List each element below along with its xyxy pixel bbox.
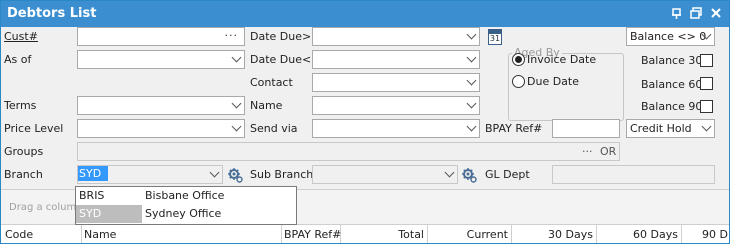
branch-label: Branch: [4, 168, 43, 181]
chevron-down-icon[interactable]: [231, 52, 242, 63]
bpay-ref-field[interactable]: [552, 119, 620, 138]
branch-dropdown-list[interactable]: BRIS Bisbane Office SYD Sydney Office: [75, 186, 297, 225]
sub-branch-field[interactable]: [312, 165, 458, 184]
date-due-from-label: Date Due>: [250, 30, 312, 43]
column-header-bpay-ref[interactable]: BPAY Ref#: [282, 225, 341, 243]
chevron-down-icon[interactable]: [466, 29, 477, 40]
dropdown-item-code: BRIS: [79, 189, 105, 202]
chevron-down-icon[interactable]: [444, 167, 455, 178]
window-title: Debtors List: [7, 6, 97, 21]
as-of-label: As of: [4, 53, 32, 66]
dropdown-item-name: Bisbane Office: [145, 189, 225, 202]
chevron-down-icon[interactable]: [209, 167, 220, 178]
chevron-down-icon[interactable]: [466, 75, 477, 86]
price-level-label: Price Level: [4, 122, 64, 135]
gl-dept-field[interactable]: [552, 165, 715, 184]
balance-filter-value: Balance <> 0: [630, 30, 707, 43]
chevron-down-icon[interactable]: [466, 52, 477, 63]
chevron-down-icon[interactable]: [231, 98, 242, 109]
credit-hold-select[interactable]: Credit Hold: [626, 119, 715, 138]
group-by-hint: Drag a column: [9, 202, 83, 213]
balance-60-label: Balance 60: [641, 78, 703, 91]
balance-filter-select[interactable]: Balance <> 0: [626, 27, 715, 46]
invoice-date-label[interactable]: Invoice Date: [527, 53, 596, 66]
groups-or-label: OR: [600, 145, 617, 158]
dropdown-item-name: Sydney Office: [145, 207, 222, 220]
cust-label: Cust#: [4, 30, 38, 43]
sub-branch-label: Sub Branch: [250, 168, 314, 181]
send-via-field[interactable]: [312, 119, 480, 138]
cust-field[interactable]: ···: [77, 27, 245, 46]
balance-30-label: Balance 30: [641, 54, 703, 67]
column-header-total[interactable]: Total: [341, 225, 428, 243]
dropdown-item-syd[interactable]: SYD Sydney Office: [76, 205, 296, 223]
sub-branch-settings-gear-icon[interactable]: [461, 167, 477, 183]
send-via-label: Send via: [250, 122, 298, 135]
debtors-list-window: Debtors List Cust# As of Terms Price Lev…: [0, 0, 730, 244]
terms-label: Terms: [4, 99, 37, 112]
column-header-60-days[interactable]: 60 Days: [597, 225, 682, 243]
chevron-down-icon[interactable]: [701, 121, 712, 132]
balance-30-checkbox[interactable]: [700, 54, 713, 67]
branch-settings-gear-icon[interactable]: [227, 167, 243, 183]
close-icon[interactable]: [708, 6, 724, 22]
due-date-radio[interactable]: [512, 75, 525, 88]
column-header-name[interactable]: Name: [82, 225, 282, 243]
pin-icon[interactable]: [669, 6, 685, 22]
filter-panel: Cust# As of Terms Price Level Groups Bra…: [1, 27, 729, 189]
groups-label: Groups: [4, 145, 44, 158]
credit-hold-value: Credit Hold: [630, 122, 692, 135]
column-header-30-days[interactable]: 30 Days: [512, 225, 597, 243]
column-header-current[interactable]: Current: [428, 225, 512, 243]
date-due-from-field[interactable]: [312, 27, 480, 46]
price-level-field[interactable]: [77, 119, 245, 138]
groups-ellipsis-icon[interactable]: ···: [582, 145, 593, 158]
balance-90-label: Balance 90: [641, 100, 703, 113]
ellipsis-icon[interactable]: ···: [225, 29, 239, 42]
column-header-code[interactable]: Code: [1, 225, 82, 243]
chevron-down-icon[interactable]: [466, 121, 477, 132]
grid-header: Code Name BPAY Ref# Total Current 30 Day…: [1, 224, 729, 243]
dropdown-item-code: SYD: [76, 205, 142, 223]
balance-90-checkbox[interactable]: [700, 100, 713, 113]
invoice-date-radio[interactable]: [512, 53, 525, 66]
as-of-field[interactable]: [77, 50, 245, 69]
calendar-day-text: 31: [489, 34, 501, 43]
chevron-down-icon[interactable]: [466, 98, 477, 109]
calendar-icon[interactable]: 31: [488, 29, 502, 45]
contact-label: Contact: [250, 76, 293, 89]
dropdown-item-bris[interactable]: BRIS Bisbane Office: [76, 187, 296, 205]
gl-dept-label: GL Dept: [485, 168, 530, 181]
chevron-down-icon[interactable]: [231, 121, 242, 132]
due-date-label[interactable]: Due Date: [527, 75, 579, 88]
balance-60-checkbox[interactable]: [700, 77, 713, 90]
column-header-90-days[interactable]: 90 D: [682, 225, 729, 243]
date-due-to-label: Date Due<: [250, 53, 312, 66]
name-field[interactable]: [312, 96, 480, 115]
name-label: Name: [250, 99, 283, 112]
date-due-to-field[interactable]: [312, 50, 480, 69]
terms-field[interactable]: [77, 96, 245, 115]
restore-icon[interactable]: [688, 6, 704, 22]
groups-field[interactable]: ··· OR: [77, 142, 620, 161]
bpay-ref-label: BPAY Ref#: [485, 122, 543, 135]
branch-selected-value[interactable]: SYD: [78, 166, 108, 181]
title-bar: Debtors List: [1, 1, 729, 27]
contact-field[interactable]: [312, 73, 480, 92]
